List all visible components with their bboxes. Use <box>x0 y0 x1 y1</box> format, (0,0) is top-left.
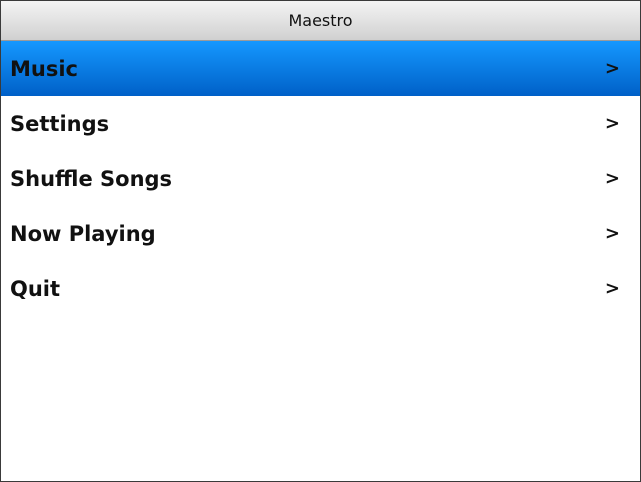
chevron-right-icon: > <box>604 278 620 299</box>
menu-item-label: Settings <box>10 111 110 136</box>
title-bar: Maestro <box>1 1 640 41</box>
menu-item-label: Music <box>10 56 78 81</box>
menu-item-quit[interactable]: Quit > <box>1 261 640 316</box>
main-menu: Music > Settings > Shuffle Songs > Now P… <box>1 41 640 316</box>
menu-item-shuffle-songs[interactable]: Shuffle Songs > <box>1 151 640 206</box>
chevron-right-icon: > <box>604 113 620 134</box>
chevron-right-icon: > <box>604 168 620 189</box>
chevron-right-icon: > <box>604 223 620 244</box>
chevron-right-icon: > <box>604 58 620 79</box>
menu-item-settings[interactable]: Settings > <box>1 96 640 151</box>
menu-item-label: Shuffle Songs <box>10 166 173 191</box>
menu-item-label: Now Playing <box>10 221 156 246</box>
app-title: Maestro <box>288 11 353 30</box>
menu-item-now-playing[interactable]: Now Playing > <box>1 206 640 261</box>
app-window: Maestro Music > Settings > Shuffle Songs… <box>0 0 641 482</box>
menu-item-label: Quit <box>10 276 61 301</box>
menu-item-music[interactable]: Music > <box>1 41 640 96</box>
